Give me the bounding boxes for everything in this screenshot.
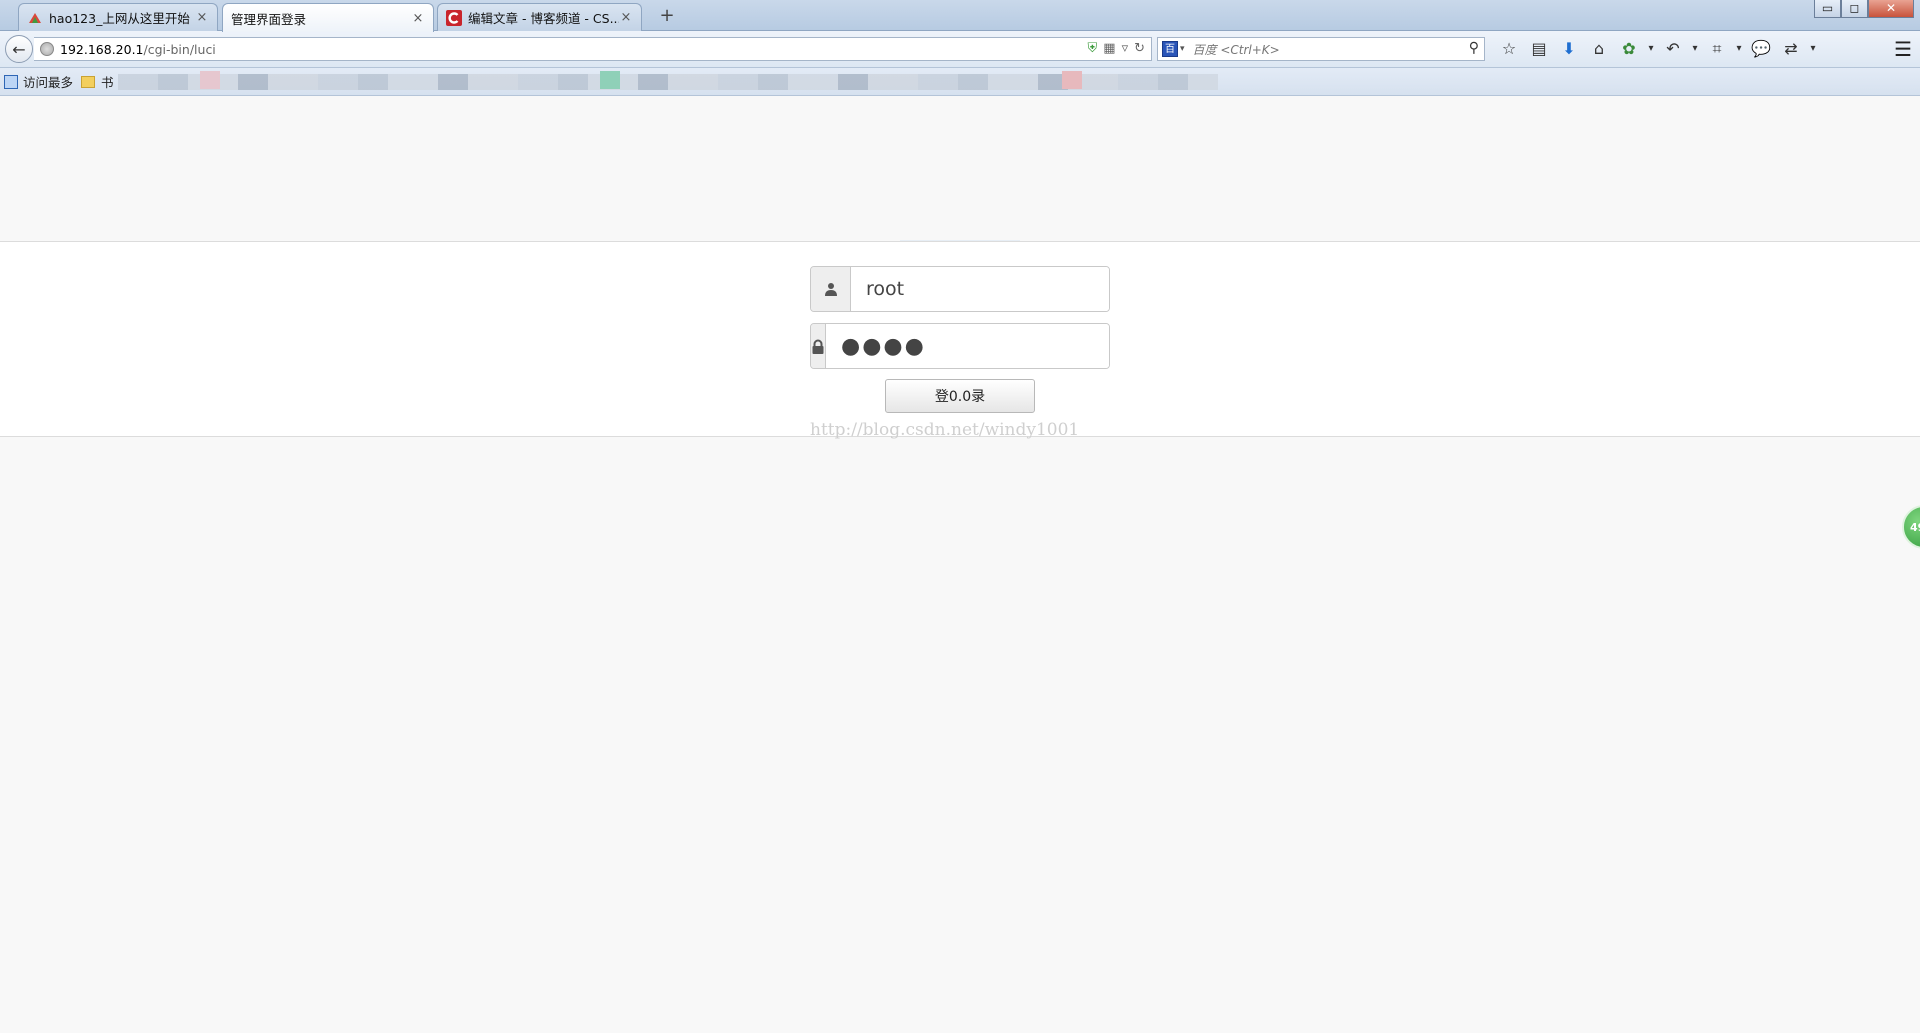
page-content — [0, 97, 1920, 1033]
close-icon[interactable]: × — [195, 10, 209, 25]
blurred-bookmark-accent — [1062, 71, 1082, 89]
lock-icon — [811, 324, 826, 368]
reload-icon[interactable]: ↻ — [1134, 41, 1145, 56]
password-input[interactable] — [826, 324, 1109, 368]
window-controls: ▭ ◻ ✕ — [1814, 0, 1914, 18]
sync-icon[interactable]: ⇄ — [1776, 37, 1806, 61]
chevron-down-icon[interactable]: ▾ — [1732, 37, 1746, 61]
chevron-down-icon[interactable]: ▾ — [1180, 44, 1185, 54]
chat-icon[interactable]: 💬 — [1746, 37, 1776, 61]
new-tab-button[interactable]: + — [656, 5, 678, 27]
most-visited-icon — [4, 74, 18, 89]
toolbar: ☆ ▤ ⬇ ⌂ ✿ ▾ ↶ ▾ ⌗ ▾ 💬 ⇄ ▾ — [1494, 37, 1820, 61]
window-close-button[interactable]: ✕ — [1868, 0, 1914, 18]
address-bar-actions: ⛨ ▦ ▿ ↻ — [1088, 41, 1146, 56]
undo-icon[interactable]: ↶ — [1658, 37, 1688, 61]
blurred-bookmarks — [117, 73, 1218, 90]
close-icon[interactable]: × — [411, 11, 425, 26]
qr-code-icon[interactable]: ▦ — [1103, 41, 1115, 56]
url-path: /cgi-bin/luci — [143, 41, 216, 57]
bookmark-folder[interactable]: 书 — [101, 72, 114, 91]
blurred-bookmark-accent — [600, 71, 620, 89]
url-host: 192.168.20.1 — [60, 41, 144, 57]
bookmark-star-icon[interactable]: ☆ — [1494, 37, 1524, 61]
tab-admin-login[interactable]: 管理界面登录 × — [222, 3, 434, 32]
search-icon[interactable]: ⚲ — [1469, 40, 1479, 56]
shield-icon[interactable]: ⛨ — [1088, 41, 1098, 56]
tab-title: hao123_上网从这里开始 — [49, 11, 190, 26]
maximize-button[interactable]: ◻ — [1841, 0, 1868, 18]
home-icon[interactable]: ⌂ — [1584, 37, 1614, 61]
folder-icon — [81, 75, 96, 88]
arrow-left-icon: ← — [12, 39, 26, 59]
tab-csdn-edit[interactable]: 编辑文章 - 博客频道 - CS... × — [437, 3, 642, 31]
bookmark-most-visited[interactable]: 访问最多 — [23, 72, 73, 91]
minimize-button[interactable]: ▭ — [1814, 0, 1841, 18]
search-bar[interactable]: 百 ▾ 百度 <Ctrl+K> ⚲ — [1157, 37, 1485, 61]
chevron-down-icon[interactable]: ▾ — [1806, 37, 1820, 61]
csdn-icon — [446, 9, 462, 26]
address-bar[interactable]: 192.168.20.1/cgi-bin/luci ⛨ ▦ ▿ ↻ — [34, 37, 1152, 61]
login-button[interactable]: 登0.0录 — [885, 379, 1035, 413]
back-button[interactable]: ← — [5, 35, 33, 63]
tab-strip: hao123_上网从这里开始 × 管理界面登录 × 编辑文章 - 博客频道 - … — [0, 0, 1920, 32]
download-icon[interactable]: ⬇ — [1554, 37, 1584, 61]
dropdown-arrow-icon[interactable]: ▿ — [1122, 41, 1129, 56]
password-field — [810, 323, 1110, 369]
watermark-text: http://blog.csdn.net/windy1001 — [810, 420, 1080, 440]
crop-icon[interactable]: ⌗ — [1702, 37, 1732, 61]
hao123-icon — [27, 10, 43, 26]
tab-title: 编辑文章 - 博客频道 - CS... — [468, 11, 619, 26]
baidu-icon[interactable]: 百 — [1162, 41, 1178, 57]
username-input[interactable] — [851, 267, 1109, 311]
hamburger-menu-icon[interactable]: ☰ — [1894, 37, 1912, 61]
site-identity-icon[interactable] — [40, 42, 54, 56]
user-icon — [811, 267, 851, 311]
close-icon[interactable]: × — [619, 10, 633, 25]
addon-icon[interactable]: ✿ — [1614, 37, 1644, 61]
chevron-down-icon[interactable]: ▾ — [1644, 37, 1658, 61]
tab-hao123[interactable]: hao123_上网从这里开始 × — [18, 3, 218, 31]
navigation-bar: ← 192.168.20.1/cgi-bin/luci ⛨ ▦ ▿ ↻ 百 ▾ … — [0, 31, 1920, 68]
search-placeholder: 百度 <Ctrl+K> — [1192, 42, 1280, 57]
tab-title: 管理界面登录 — [231, 11, 307, 27]
reading-list-icon[interactable]: ▤ — [1524, 37, 1554, 61]
username-field — [810, 266, 1110, 312]
chevron-down-icon[interactable]: ▾ — [1688, 37, 1702, 61]
bookmarks-bar: 访问最多 书 — [0, 68, 1920, 96]
blurred-bookmark-accent — [200, 71, 220, 89]
